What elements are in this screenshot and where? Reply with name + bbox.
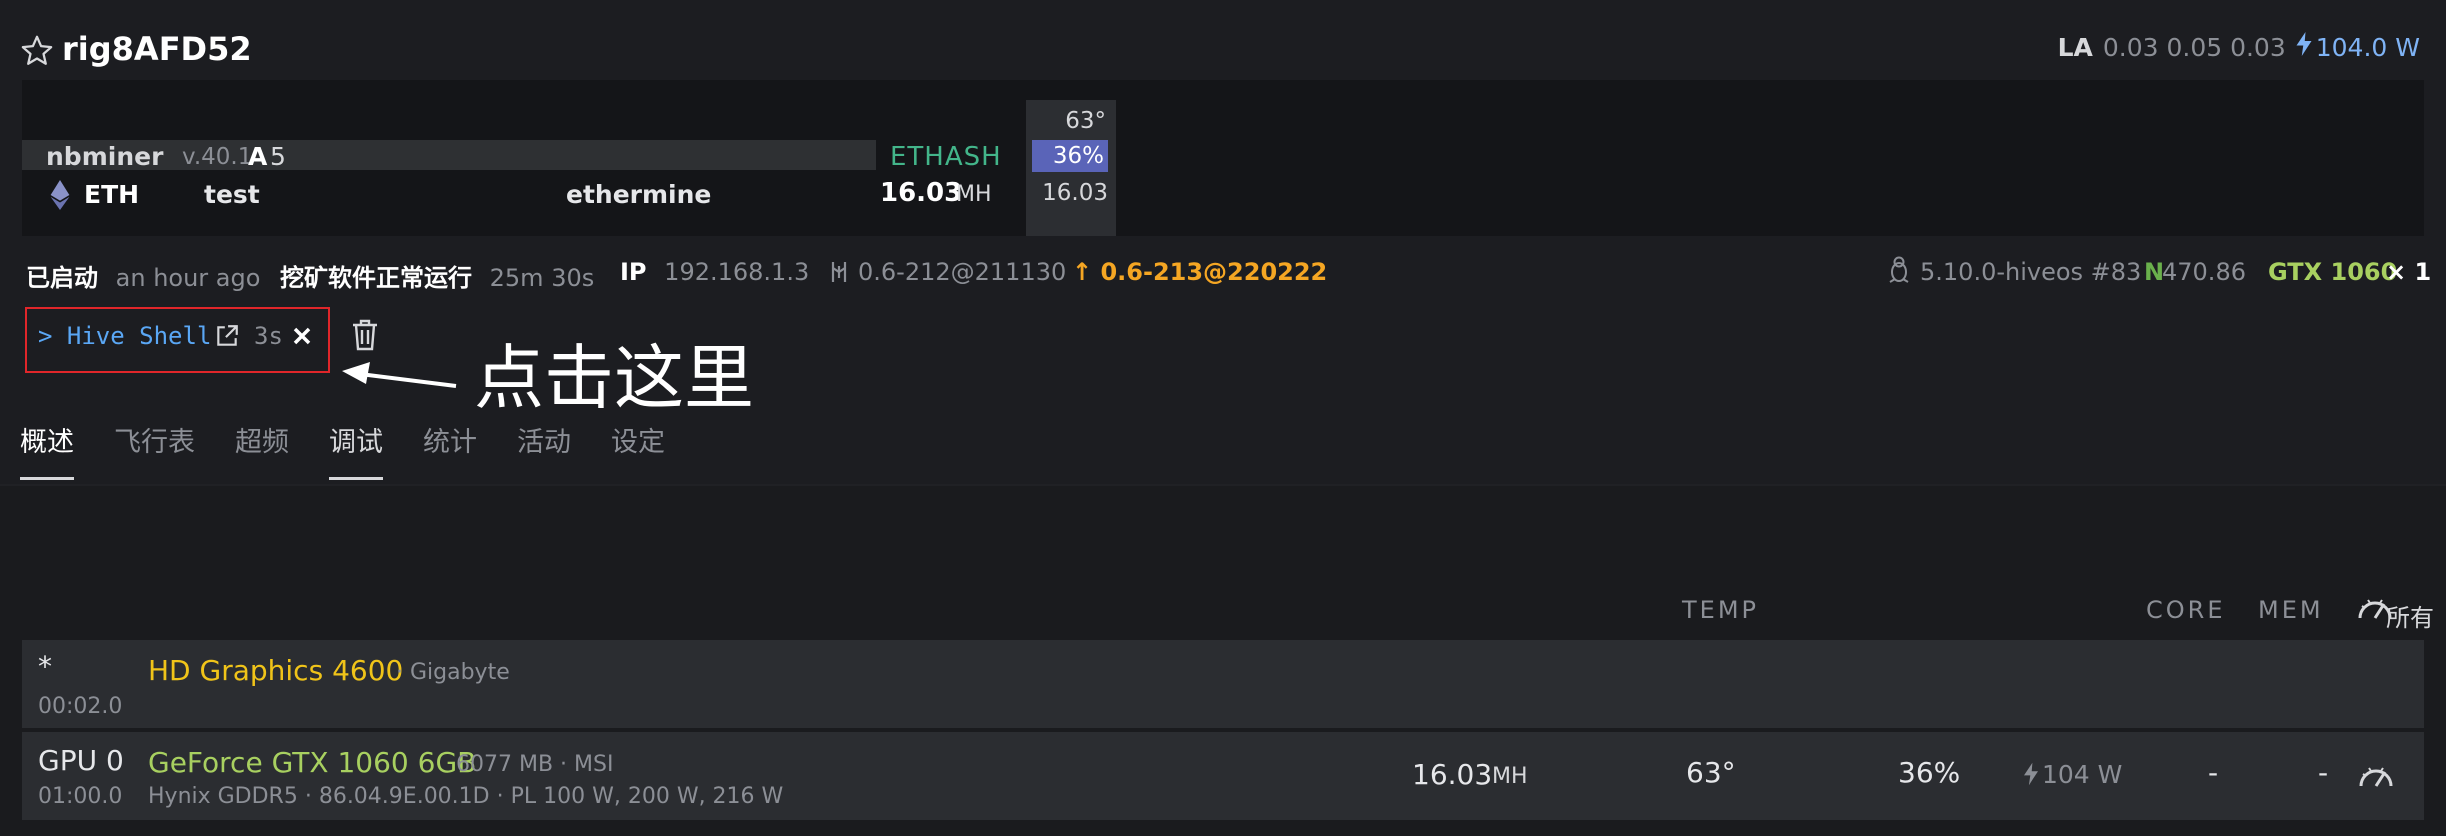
gpu-name: HD Graphics 4600	[148, 654, 404, 687]
gpu-model-summary: GTX 1060	[2268, 258, 2398, 286]
gpu-mem: -	[2318, 756, 2329, 789]
tab-stats[interactable]: 统计	[403, 422, 497, 480]
col-header-core: CORE	[2146, 596, 2226, 624]
favorite-star-icon[interactable]	[20, 34, 54, 68]
gpu-id: *	[38, 650, 52, 683]
tab-overclocking[interactable]: 超频	[215, 422, 309, 480]
gpu-hashrate-unit: MH	[1492, 764, 1528, 789]
all-label[interactable]: 所有	[2386, 598, 2434, 633]
miner-status-info: 挖矿软件正常运行 25m 30s	[280, 258, 594, 293]
la-values: 0.03 0.05 0.03	[2102, 33, 2286, 62]
gpu-hashrate: 16.03	[1412, 758, 1493, 791]
table-row[interactable]: GPU 0 01:00.0 GeForce GTX 1060 6GB 6077 …	[22, 732, 2424, 820]
gpu-bus: 00:02.0	[38, 694, 123, 719]
ethereum-icon	[50, 180, 70, 210]
close-icon[interactable]	[292, 326, 312, 346]
hashrate-unit: MH	[956, 182, 992, 207]
gpu-id: GPU 0	[38, 744, 124, 777]
miner-status-label: 挖矿软件正常运行	[280, 264, 472, 292]
nvidia-driver-version: 470.86	[2162, 258, 2246, 286]
tab-debug[interactable]: 调试	[309, 422, 403, 480]
gpu-temp: 63°	[1686, 756, 1736, 789]
accepted-value: 5	[270, 142, 286, 171]
col-header-temp: TEMP	[1682, 596, 1760, 624]
total-hashrate: 16.03	[880, 178, 963, 208]
lightning-icon	[2024, 762, 2038, 786]
tab-overview[interactable]: 概述	[0, 422, 94, 480]
hive-shell-link[interactable]: > Hive Shell	[38, 322, 211, 350]
hive-version-icon	[831, 262, 847, 282]
upgrade-link[interactable]: ↑ 0.6-213@220222	[1072, 258, 1327, 286]
miner-panel: nbminer v.40.1 A 5 ETHASH ETH test ether…	[22, 80, 2424, 236]
linux-icon	[1889, 256, 1909, 283]
pool-name: ethermine	[566, 180, 712, 209]
oc-gauge-icon[interactable]	[2356, 760, 2396, 790]
gpu-fan: 36%	[1898, 756, 1961, 789]
wallet-name: test	[204, 180, 260, 209]
upgrade-arrow-icon: ↑	[1072, 258, 1093, 286]
hive-version: 0.6-212@211130	[858, 258, 1067, 286]
tab-activity[interactable]: 活动	[497, 422, 591, 480]
tab-flight-sheet[interactable]: 飞行表	[94, 422, 215, 480]
miner-name[interactable]: nbminer	[46, 142, 163, 171]
tab-bar: 概述 飞行表 超频 调试 统计 活动 设定	[0, 422, 685, 486]
power-value: 104.0 W	[2315, 33, 2420, 62]
status-time: an hour ago	[115, 264, 261, 292]
coin-label: ETH	[84, 180, 140, 209]
accepted-label: A	[248, 142, 268, 171]
status-info: 已启动 an hour ago	[26, 258, 260, 293]
gpu-bus: 01:00.0	[38, 784, 123, 809]
gpu-core: -	[2208, 756, 2219, 789]
gpu-details: Hynix GDDR5 · 86.04.9E.00.1D · PL 100 W,…	[148, 784, 784, 809]
load-average: LA 0.03 0.05 0.03 104.0 W	[2058, 32, 2420, 62]
gpu-count: × 1	[2386, 258, 2432, 286]
gpu-power: 104 W	[2042, 760, 2123, 789]
gpu-fan-stat: 36%	[1032, 140, 1108, 172]
la-label: LA	[2057, 33, 2093, 62]
rig-name[interactable]: rig8AFD52	[62, 30, 252, 68]
lightning-icon	[2296, 32, 2312, 56]
col-header-mem: MEM	[2258, 596, 2324, 624]
tab-settings[interactable]: 设定	[591, 422, 685, 480]
annotation-arrow	[342, 362, 457, 388]
ip-address: 192.168.1.3	[664, 258, 810, 286]
miner-version: v.40.1	[182, 144, 253, 170]
ip-label: IP	[620, 258, 647, 286]
shell-timer: 3s	[254, 322, 283, 350]
trash-icon[interactable]	[350, 318, 380, 352]
gpu-temp-stat: 63°	[1065, 108, 1106, 134]
upgrade-version: 0.6-213@220222	[1100, 258, 1328, 286]
annotation-text: 点击这里	[474, 337, 754, 419]
table-row[interactable]: * 00:02.0 HD Graphics 4600 · Gigabyte	[22, 640, 2424, 728]
status-label: 已启动	[26, 264, 98, 292]
miner-uptime: 25m 30s	[489, 264, 595, 292]
ip-info: IP 192.168.1.3	[620, 258, 809, 286]
gpu-vendor: · Gigabyte	[396, 660, 510, 685]
gpu-stats-box: 63° 36% 16.03	[1026, 100, 1116, 236]
gpu-name: GeForce GTX 1060 6GB	[148, 746, 477, 779]
power-readout: 104.0 W	[2296, 32, 2420, 62]
kernel-version: 5.10.0-hiveos #83	[1920, 258, 2142, 286]
gpu-memory-vendor: 6077 MB · MSI	[456, 752, 614, 777]
algo-label: ETHASH	[890, 142, 1002, 172]
external-link-icon[interactable]	[214, 323, 240, 349]
gpu-hash-stat: 16.03	[1042, 180, 1108, 206]
